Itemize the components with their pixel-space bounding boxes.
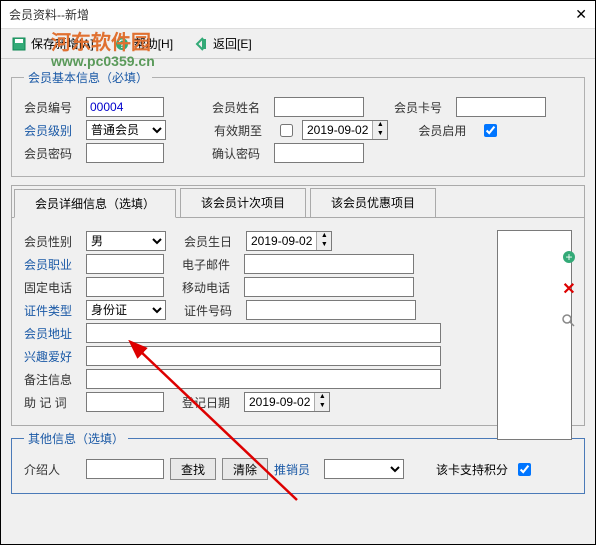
expire-date-input[interactable]: 2019-09-02 ▲▼ — [302, 120, 388, 140]
email-label: 电子邮件 — [182, 256, 238, 273]
spin-up-icon[interactable]: ▲ — [316, 232, 331, 241]
detail-tabs: 会员详细信息（选填） 该会员计次项目 该会员优惠项目 会员性别 男 会员生日 — [11, 185, 585, 426]
member-no-label: 会员编号 — [24, 99, 80, 116]
mobile-label: 移动电话 — [182, 279, 238, 296]
promoter-label: 推销员 — [274, 461, 318, 478]
regdate-label: 登记日期 — [182, 394, 238, 411]
clear-button[interactable]: 清除 — [222, 458, 268, 480]
address-label: 会员地址 — [24, 325, 80, 342]
level-select[interactable]: 普通会员 — [86, 120, 166, 140]
basic-legend: 会员基本信息（必填） — [24, 69, 152, 86]
titlebar: 会员资料--新增 ✕ — [1, 1, 595, 29]
email-input[interactable] — [244, 254, 414, 274]
birthday-label: 会员生日 — [184, 233, 240, 250]
member-name-input[interactable] — [274, 97, 364, 117]
gender-select[interactable]: 男 — [86, 231, 166, 251]
tel-input[interactable] — [86, 277, 164, 297]
save-icon — [11, 36, 27, 52]
help-label: 帮助[H] — [134, 35, 173, 52]
basic-info-group: 会员基本信息（必填） 会员编号 会员姓名 会员卡号 会员级别 普通会员 有效期至… — [11, 69, 585, 177]
card-no-input[interactable] — [456, 97, 546, 117]
regdate-value: 2019-09-02 — [245, 395, 314, 409]
delete-image-icon[interactable]: ✕ — [562, 279, 575, 299]
job-label: 会员职业 — [24, 256, 80, 273]
confirm-label: 确认密码 — [212, 145, 268, 162]
regdate-input[interactable]: 2019-09-02 ▲▼ — [244, 392, 330, 412]
expire-label: 有效期至 — [214, 122, 270, 139]
main-window: 会员资料--新增 ✕ 河东软件园 www.pc0359.cn 保存新增[A] ?… — [0, 0, 596, 545]
hobby-label: 兴趣爱好 — [24, 348, 80, 365]
tab-count-items[interactable]: 该会员计次项目 — [180, 188, 306, 217]
save-new-label: 保存新增[A] — [31, 35, 94, 52]
help-icon: ? — [114, 36, 130, 52]
spin-down-icon[interactable]: ▼ — [372, 130, 387, 139]
level-label: 会员级别 — [24, 122, 80, 139]
points-checkbox[interactable] — [518, 463, 531, 476]
promoter-select[interactable] — [324, 459, 404, 479]
spin-down-icon[interactable]: ▼ — [316, 241, 331, 250]
remark-input[interactable] — [86, 369, 441, 389]
spin-up-icon[interactable]: ▲ — [314, 393, 329, 402]
spin-up-icon[interactable]: ▲ — [372, 121, 387, 130]
idno-input[interactable] — [246, 300, 416, 320]
address-input[interactable] — [86, 323, 441, 343]
job-input[interactable] — [86, 254, 164, 274]
tab-strip: 会员详细信息（选填） 该会员计次项目 该会员优惠项目 — [12, 186, 584, 218]
idtype-label: 证件类型 — [24, 302, 80, 319]
svg-text:?: ? — [118, 37, 125, 51]
close-icon[interactable]: ✕ — [575, 6, 587, 23]
tel-label: 固定电话 — [24, 279, 80, 296]
confirm-input[interactable] — [274, 143, 364, 163]
image-panel: + ✕ — [497, 230, 572, 440]
svg-text:+: + — [565, 250, 572, 264]
referrer-input[interactable] — [86, 459, 164, 479]
tab-body: 会员性别 男 会员生日 2019-09-02 ▲▼ 会员职业 电子邮件 — [12, 218, 584, 425]
member-name-label: 会员姓名 — [212, 99, 268, 116]
expire-date-value: 2019-09-02 — [303, 123, 372, 137]
back-label: 返回[E] — [213, 35, 252, 52]
tab-pref-items[interactable]: 该会员优惠项目 — [310, 188, 436, 217]
idno-label: 证件号码 — [184, 302, 240, 319]
card-no-label: 会员卡号 — [394, 99, 450, 116]
remark-label: 备注信息 — [24, 371, 80, 388]
content-area: 会员基本信息（必填） 会员编号 会员姓名 会员卡号 会员级别 普通会员 有效期至… — [1, 59, 595, 508]
expire-checkbox[interactable] — [280, 124, 293, 137]
mobile-input[interactable] — [244, 277, 414, 297]
hobby-input[interactable] — [86, 346, 441, 366]
gender-label: 会员性别 — [24, 233, 80, 250]
back-button[interactable]: 返回[E] — [193, 35, 252, 52]
birthday-input[interactable]: 2019-09-02 ▲▼ — [246, 231, 332, 251]
window-title: 会员资料--新增 — [9, 6, 89, 23]
password-label: 会员密码 — [24, 145, 80, 162]
tab-detail[interactable]: 会员详细信息（选填） — [14, 189, 176, 218]
idtype-select[interactable]: 身份证 — [86, 300, 166, 320]
enable-label: 会员启用 — [418, 122, 474, 139]
password-input[interactable] — [86, 143, 164, 163]
enable-checkbox[interactable] — [484, 124, 497, 137]
save-new-button[interactable]: 保存新增[A] — [11, 35, 94, 52]
birthday-value: 2019-09-02 — [247, 234, 316, 248]
referrer-label: 介绍人 — [24, 461, 80, 478]
zoom-icon[interactable] — [561, 313, 577, 329]
back-icon — [193, 36, 209, 52]
member-no-input[interactable] — [86, 97, 164, 117]
toolbar: 保存新增[A] ? 帮助[H] 返回[E] — [1, 29, 595, 59]
add-image-icon[interactable]: + — [561, 249, 577, 265]
spin-down-icon[interactable]: ▼ — [314, 402, 329, 411]
find-button[interactable]: 查找 — [170, 458, 216, 480]
mnemonic-input[interactable] — [86, 392, 164, 412]
points-label: 该卡支持积分 — [436, 461, 508, 478]
other-legend: 其他信息（选填） — [24, 430, 128, 447]
mnemonic-label: 助 记 词 — [24, 394, 80, 411]
help-button[interactable]: ? 帮助[H] — [114, 35, 173, 52]
